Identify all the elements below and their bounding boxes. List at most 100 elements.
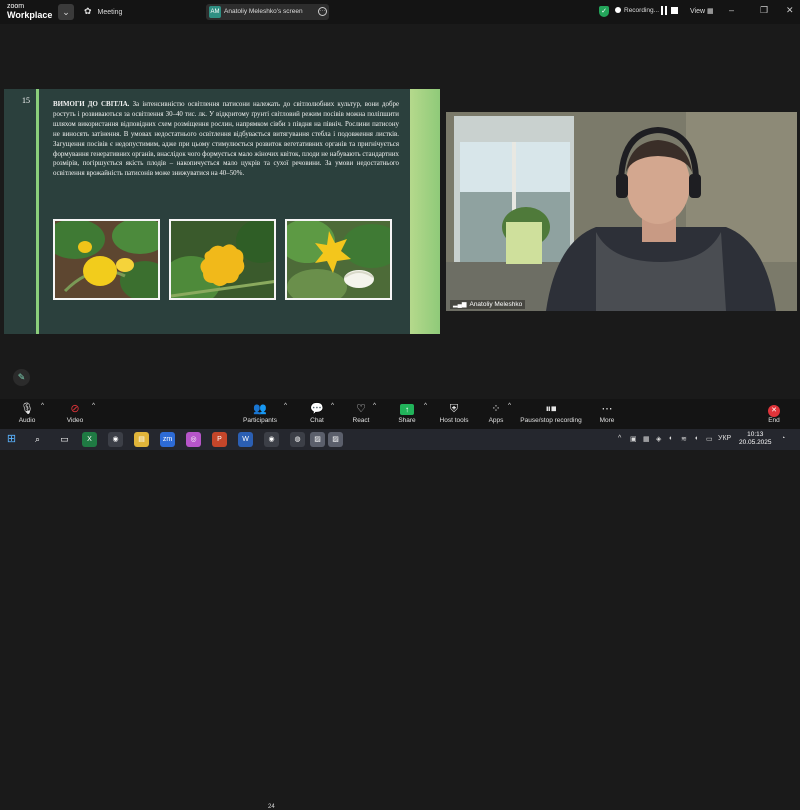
slide-body: За інтенсивністю освітлення патисони нал… — [53, 101, 399, 178]
end-button[interactable]: ✕ End — [764, 402, 784, 424]
video-button[interactable]: ⊘ Video — [62, 402, 88, 424]
more-button[interactable]: ⋯ More — [595, 402, 619, 424]
windows-start-icon[interactable]: ⊞ — [4, 432, 19, 447]
screen-share-indicator[interactable]: AM Anatoliy Meleshko's screen ··· — [206, 4, 329, 20]
screen-label: Anatoliy Meleshko's screen — [224, 8, 303, 15]
video-off-icon: ⊘ — [70, 403, 80, 415]
chevron-down-icon[interactable]: ⌄ — [58, 4, 74, 20]
minimize-icon[interactable]: – — [729, 5, 734, 15]
pause-stop-icon: ⏸⏹ — [545, 403, 557, 415]
viber-icon[interactable]: ◎ — [186, 432, 201, 447]
window-icon-1[interactable]: ▨ — [310, 432, 325, 447]
photo-squash-3 — [285, 219, 392, 300]
paw-icon: ✿ — [84, 6, 92, 16]
close-icon[interactable]: ✕ — [786, 5, 794, 16]
shared-slide: 15 ВИМОГИ ДО СВІТЛА. За інтенсивністю ос… — [4, 89, 440, 334]
slide-right-panel — [410, 89, 440, 334]
system-clock[interactable]: 10:13 20.05.2025 — [739, 431, 772, 447]
view-grid-icon: ▦ — [707, 8, 714, 15]
slide-number: 15 — [22, 96, 30, 105]
logo-line2: Workplace — [7, 10, 53, 20]
recording-status: Recording... — [615, 7, 659, 14]
zoom-taskbar-icon[interactable]: zm — [160, 432, 175, 447]
audio-chevron-icon[interactable]: ^ — [41, 402, 44, 409]
host-tools-button[interactable]: ⛨ Host tools — [436, 402, 472, 424]
excel-icon[interactable]: X — [82, 432, 97, 447]
video-label: Video — [66, 417, 84, 424]
slide-heading: ВИМОГИ ДО СВІТЛА. — [53, 101, 130, 108]
react-button[interactable]: ♡ React — [349, 402, 373, 424]
apps-icon: ⁘ — [491, 403, 501, 415]
window-icon-2[interactable]: ▨ — [328, 432, 343, 447]
apps-button[interactable]: ⁘ Apps — [484, 402, 508, 424]
powerpoint-icon[interactable]: P — [212, 432, 227, 447]
tray-grid-icon[interactable]: ▦ — [643, 435, 650, 443]
notifications-icon[interactable]: ◔ — [781, 435, 785, 442]
chrome-profile-icon[interactable]: ◉ — [264, 432, 279, 447]
microphone-icon: 🎙 — [20, 403, 34, 415]
video-chevron-icon[interactable]: ^ — [92, 402, 95, 409]
volume-icon[interactable]: ◖ — [694, 435, 698, 442]
meeting-button[interactable]: ✿ Meeting — [84, 6, 122, 17]
more-options-icon[interactable]: ··· — [318, 7, 327, 16]
file-explorer-icon[interactable]: ▤ — [134, 432, 149, 447]
apps-label: Apps — [488, 417, 504, 424]
audio-button[interactable]: 🎙 Audio — [14, 402, 40, 424]
presenter-avatar: AM — [209, 6, 221, 18]
audio-label: Audio — [18, 417, 36, 424]
recording-dot-icon — [615, 7, 621, 13]
pause-stop-label: Pause/stop recording — [520, 417, 582, 424]
zoom-logo: zoom Workplace — [7, 3, 53, 20]
tray-zoom-icon[interactable]: ◈ — [656, 435, 661, 443]
wifi-icon[interactable]: ≋ — [681, 435, 687, 443]
participants-chevron-icon[interactable]: ^ — [284, 402, 287, 409]
host-tools-label: Host tools — [439, 417, 469, 424]
security-shield-icon[interactable]: ✓ — [599, 6, 609, 17]
tray-chevron-icon[interactable]: ^ — [618, 435, 621, 442]
pause-recording-icon[interactable] — [660, 6, 668, 16]
slide-left-accent — [36, 89, 39, 334]
chat-icon: 💬 — [310, 403, 324, 415]
share-button[interactable]: ↑ Share — [395, 402, 419, 424]
participants-icon: 👥 — [253, 403, 267, 415]
annotate-pen-icon[interactable]: ✎ — [13, 369, 30, 386]
battery-icon[interactable]: ▭ — [706, 435, 713, 443]
tray-app-icon[interactable]: ▣ — [630, 435, 637, 443]
react-label: React — [352, 417, 370, 424]
chat-label: Chat — [310, 417, 324, 424]
share-chevron-icon[interactable]: ^ — [424, 402, 427, 409]
chat-button[interactable]: 💬 Chat — [305, 402, 329, 424]
recording-label: Recording... — [624, 7, 660, 14]
chrome-icon[interactable]: ◉ — [108, 432, 123, 447]
meeting-label: Meeting — [97, 9, 123, 16]
clock-time: 10:13 — [747, 431, 764, 438]
stop-recording-icon[interactable] — [671, 7, 678, 14]
photo-squash-2 — [169, 219, 276, 300]
clock-date: 20.05.2025 — [739, 439, 772, 446]
participant-name: Anatoliy Meleshko — [469, 301, 523, 308]
top-bar: zoom Workplace ⌄ ✿ Meeting AM Anatoliy Me… — [0, 0, 800, 24]
participants-label: Participants — [243, 417, 277, 424]
participants-button[interactable]: 👥 Participants — [238, 402, 282, 424]
more-label: More — [599, 417, 615, 424]
participant-video[interactable]: ▂▄▆ Anatoliy Meleshko — [446, 112, 797, 311]
restore-icon[interactable]: ❐ — [760, 5, 768, 16]
apps-chevron-icon[interactable]: ^ — [508, 402, 511, 409]
task-view-icon[interactable]: ▭ — [57, 432, 72, 447]
windows-taskbar: ⊞ ⌕ ▭ X ◉ ▤ zm ◎ P W ◉ ◍ ▨ ▨ ^ ▣ ▦ ◈ ◐ ≋… — [0, 429, 800, 450]
shield-icon: ⛨ — [449, 403, 459, 415]
more-icon: ⋯ — [601, 403, 613, 415]
participant-name-label: ▂▄▆ Anatoliy Meleshko — [450, 300, 526, 309]
view-button[interactable]: View ▦ — [690, 7, 714, 15]
view-label: View — [690, 8, 706, 15]
react-chevron-icon[interactable]: ^ — [373, 402, 376, 409]
end-label: End — [768, 417, 780, 424]
tray-shield-icon[interactable]: ◐ — [669, 435, 673, 442]
app-icon[interactable]: ◍ — [290, 432, 305, 447]
pause-stop-recording-button[interactable]: ⏸⏹ Pause/stop recording — [518, 402, 584, 424]
share-label: Share — [398, 417, 416, 424]
search-icon[interactable]: ⌕ — [30, 432, 45, 447]
word-icon[interactable]: W — [238, 432, 253, 447]
language-indicator[interactable]: УКР — [718, 435, 731, 442]
chat-chevron-icon[interactable]: ^ — [331, 402, 334, 409]
